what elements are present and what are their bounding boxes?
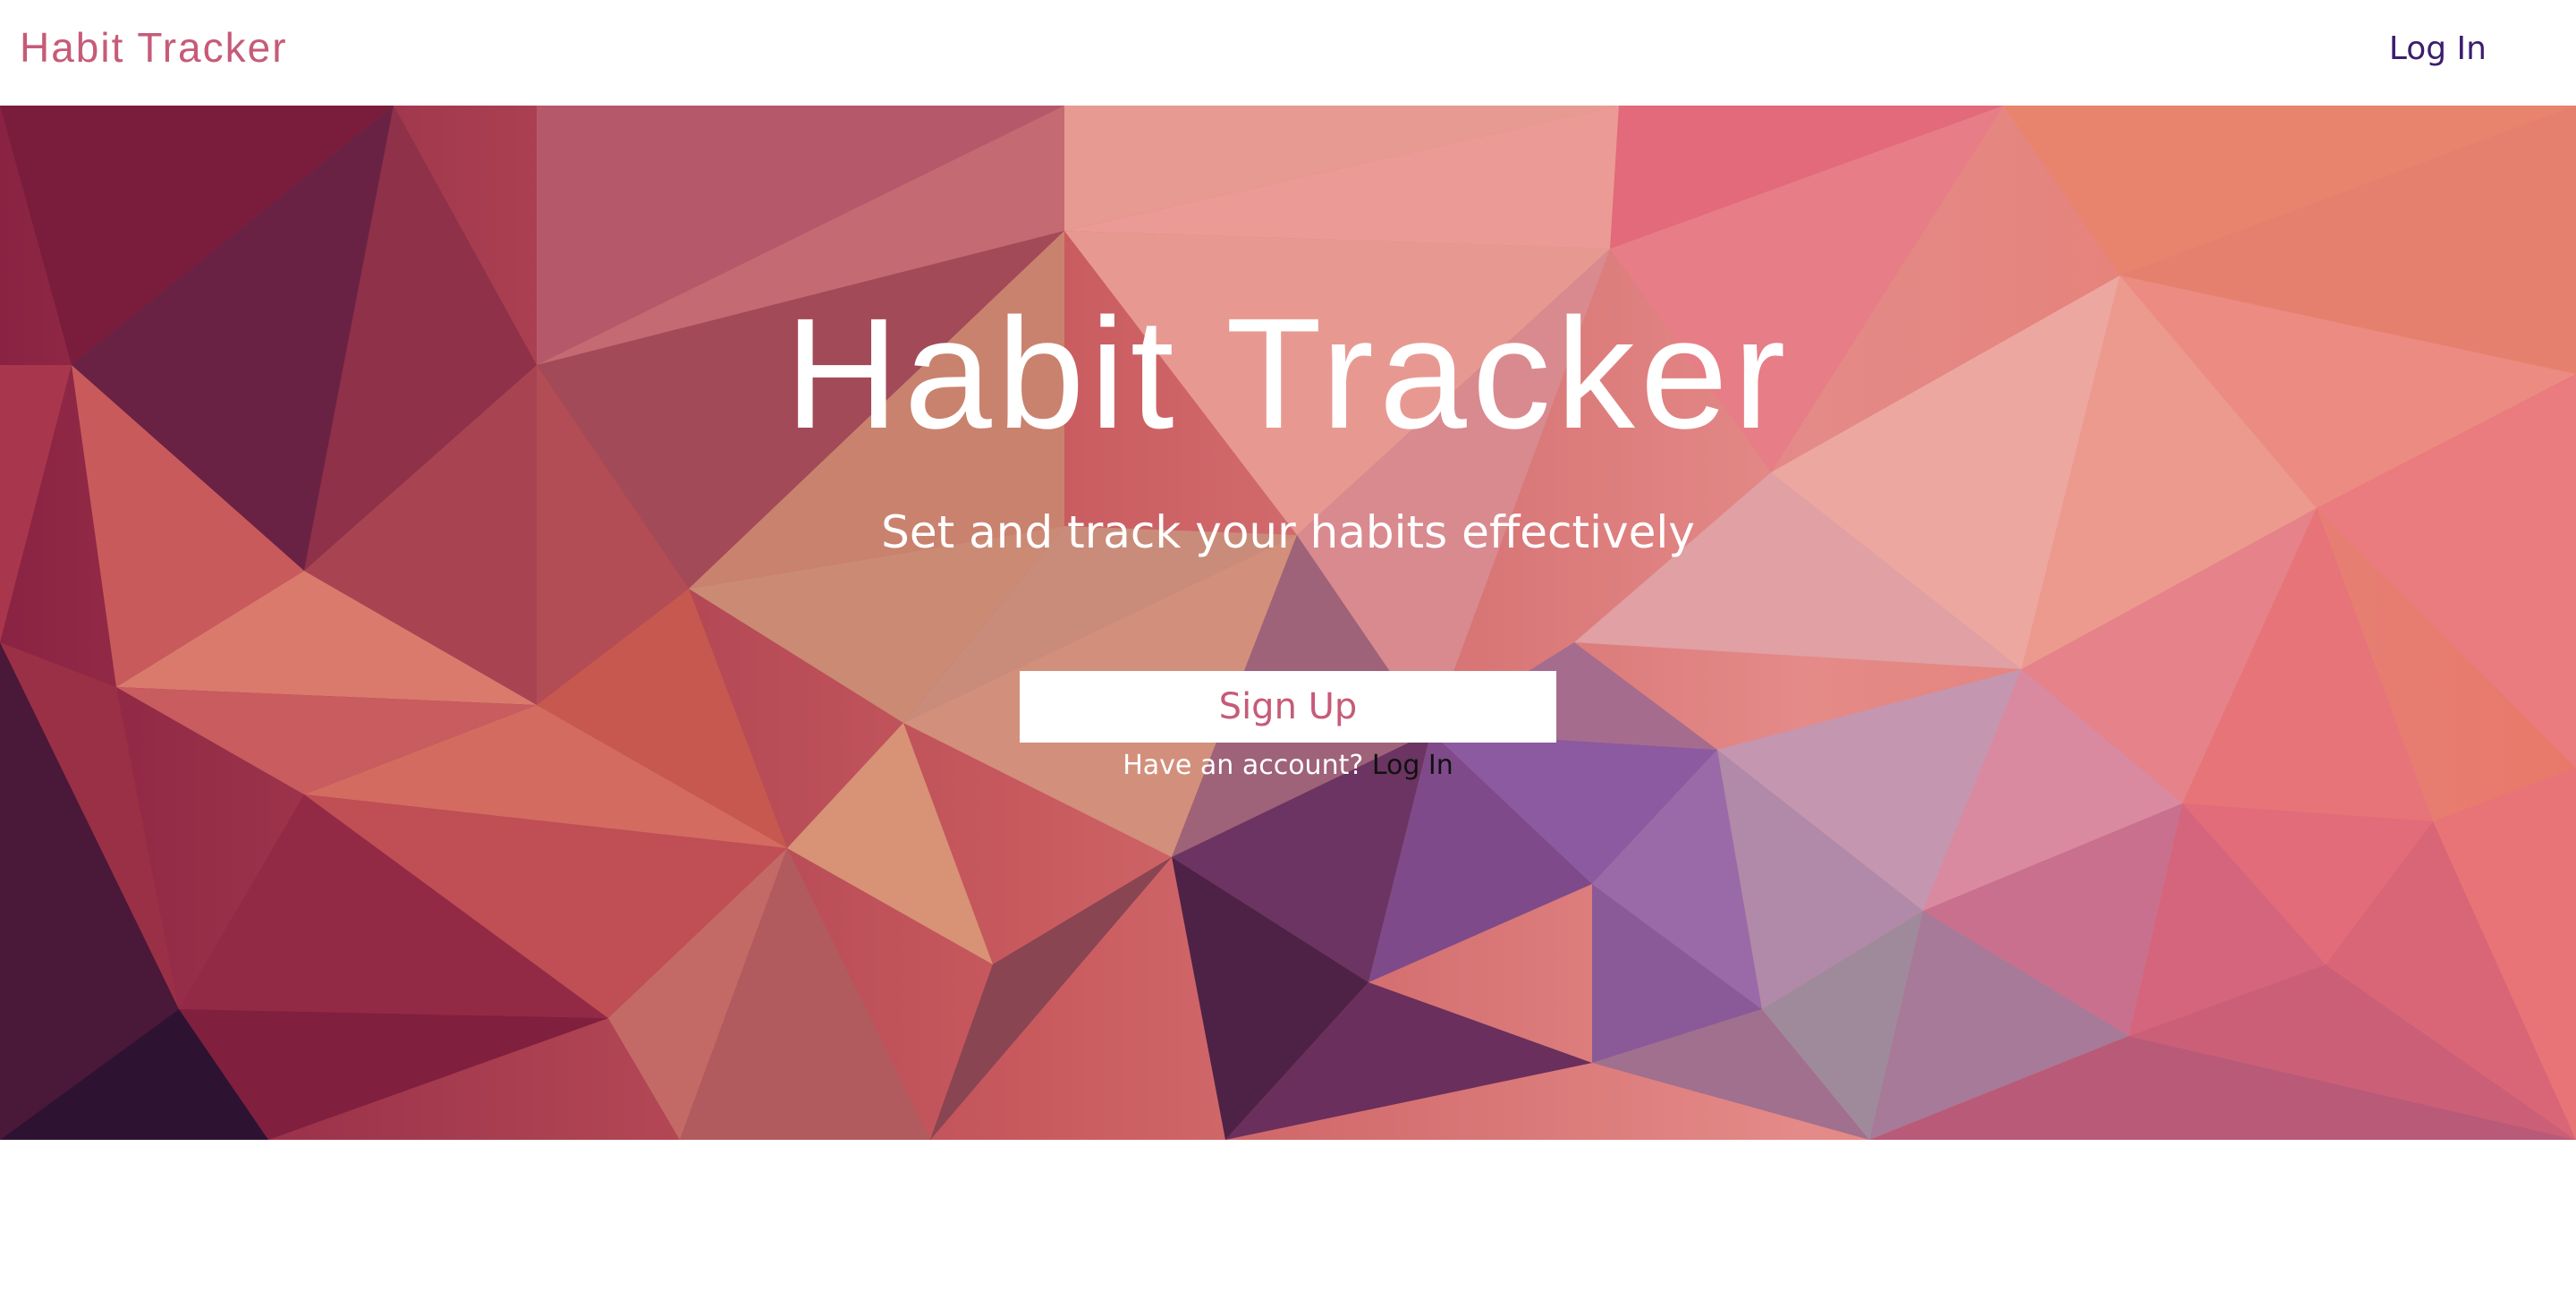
nav-login-link[interactable]: Log In: [2389, 30, 2487, 67]
brand-logo[interactable]: Habit Tracker: [20, 23, 288, 72]
hero-title: Habit Tracker: [784, 286, 1792, 462]
hero-login-link[interactable]: Log In: [1372, 750, 1453, 781]
signup-button[interactable]: Sign Up: [1020, 671, 1556, 743]
account-prompt-text: Have an account?: [1123, 750, 1364, 781]
top-navbar: Habit Tracker Log In: [0, 0, 2576, 106]
hero-subtitle: Set and track your habits effectively: [881, 506, 1695, 558]
hero-section: Habit Tracker Set and track your habits …: [0, 106, 2576, 1140]
hero-content: Habit Tracker Set and track your habits …: [0, 106, 2576, 1140]
login-prompt-line: Have an account? Log In: [0, 750, 2576, 782]
